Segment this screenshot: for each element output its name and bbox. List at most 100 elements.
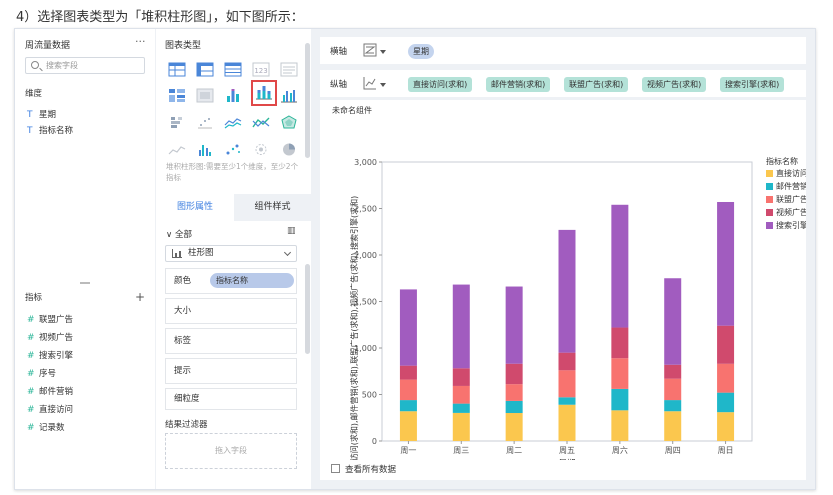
number-type-icon: #: [27, 315, 35, 325]
chart-type-scrollbar[interactable]: [305, 43, 310, 158]
legend-title: 指标名称: [766, 156, 798, 166]
chart-widget: 未命名组件 0 500 1,000 1,500 2,000 2,500 3,000 周一 周三周…: [320, 100, 806, 480]
metric-field[interactable]: # 邮件营销: [27, 385, 73, 397]
tab-graph-properties[interactable]: 图形属性: [156, 194, 234, 221]
heat-point-icon[interactable]: [252, 142, 270, 157]
text-type-icon: T: [27, 110, 33, 120]
dimension-field[interactable]: T 指标名称: [27, 124, 73, 136]
step-caption: 4）选择图表类型为「堆积柱形图」，如下图所示：: [16, 10, 304, 25]
scatter-chart-icon[interactable]: [196, 115, 214, 130]
dimension-field[interactable]: T 星期: [27, 108, 56, 120]
detail-table-icon[interactable]: [224, 62, 242, 77]
y-axis-field-pill[interactable]: 直接访问(求和): [408, 77, 473, 92]
y-axis-field-pill[interactable]: 邮件营销(求和): [486, 77, 551, 92]
all-series-toggle[interactable]: ∨ 全部: [166, 228, 192, 240]
y-axis-bar: 纵轴 直接访问(求和) 邮件营销(求和) 联盟广告(求和) 视频广告(求和) 搜…: [320, 70, 806, 97]
kpi-number-icon[interactable]: 123: [252, 62, 270, 77]
filter-drop-zone[interactable]: 拖入字段: [165, 433, 297, 469]
stacked-column-chart: 05001,0001,5002,0002,5003,000周一 周三 周二 周五 周六周…: [349, 156, 806, 460]
cross-table-icon[interactable]: [196, 62, 214, 77]
dimension-field-name: 星期: [39, 110, 57, 120]
panel-resize-handle[interactable]: [80, 282, 90, 284]
app-window: 周流量数据 ··· 搜索字段 维度 T 星期 T 指标名称 指标 + # 联盟广告 #…: [14, 28, 816, 490]
y-axis-field-pill[interactable]: 搜索引擎(求和): [720, 77, 785, 92]
grouped-table-icon[interactable]: [168, 88, 186, 103]
bar-segment: [505, 363, 523, 385]
metric-field[interactable]: # 搜索引擎: [27, 349, 73, 361]
label-property-label: 标签: [174, 336, 192, 346]
grouped-bar-icon[interactable]: [196, 142, 214, 157]
metric-field[interactable]: # 视频广告: [27, 331, 73, 343]
bar-segment: [717, 201, 735, 326]
y-axis-field-pill[interactable]: 联盟广告(求和): [564, 77, 629, 92]
x-tick-label: 周三: [453, 446, 469, 455]
trend-line-icon[interactable]: [168, 142, 186, 157]
chart-settings-icon[interactable]: ▥: [287, 226, 296, 236]
multi-column-chart-icon[interactable]: [280, 88, 298, 103]
show-all-data-toggle[interactable]: 查看所有数据: [331, 463, 396, 475]
legend-item-label: 视频广告: [776, 207, 806, 217]
metric-field[interactable]: # 直接访问: [27, 403, 73, 415]
show-all-checkbox[interactable]: [331, 464, 340, 473]
bar-segment: [558, 404, 576, 441]
granularity-property-label: 细粒度: [174, 394, 200, 404]
x-tick-label: 周一: [400, 446, 416, 455]
legend-item-label: 直接访问: [776, 168, 806, 178]
color-field-pill[interactable]: 指标名称: [210, 273, 294, 288]
more-icon[interactable]: ···: [135, 35, 146, 48]
y-axis-title: 直接访问(求和),邮件营销(求和),联盟广告(求和),视频广告(求和),搜索引擎…: [349, 196, 359, 460]
bar-segment: [505, 384, 523, 401]
size-property-label: 大小: [174, 306, 192, 316]
bar-segment: [664, 364, 682, 379]
sort-icon[interactable]: [363, 43, 377, 57]
bar-segment: [717, 392, 735, 413]
metric-field-name: 记录数: [39, 423, 65, 433]
field-search-input[interactable]: 搜索字段: [25, 57, 145, 74]
text-widget-icon[interactable]: [280, 62, 298, 77]
metric-field[interactable]: # 联盟广告: [27, 313, 73, 325]
x-tick-label: 周四: [665, 446, 681, 455]
caret-down-icon[interactable]: [380, 50, 386, 54]
color-property[interactable]: 颜色 指标名称: [165, 268, 297, 294]
line-chart-icon[interactable]: [363, 76, 377, 90]
y-axis-label: 纵轴: [330, 80, 348, 90]
chart-type-hint: 堆积柱形图:需要至少1个维度，至少2个指标: [166, 162, 299, 182]
bar-segment: [505, 286, 523, 364]
metric-field[interactable]: # 序号: [27, 367, 56, 379]
granularity-property[interactable]: 细粒度: [165, 388, 297, 410]
chevron-down-icon: [283, 248, 292, 257]
bar-segment: [452, 412, 470, 441]
radar-chart-icon[interactable]: [280, 115, 298, 130]
metric-field[interactable]: # 记录数: [27, 421, 65, 433]
dataset-title: 周流量数据: [25, 41, 71, 51]
x-axis-field-pill[interactable]: 星期: [408, 44, 434, 59]
properties-scrollbar[interactable]: [305, 264, 310, 354]
image-widget-icon[interactable]: [196, 88, 214, 103]
metric-field-name: 直接访问: [39, 405, 74, 415]
area-line-chart-icon[interactable]: [252, 115, 270, 130]
tooltip-property[interactable]: 提示: [165, 358, 297, 384]
label-property[interactable]: 标签: [165, 328, 297, 354]
x-tick-label: 周六: [612, 445, 628, 455]
table-icon[interactable]: [168, 62, 186, 77]
caret-down-icon[interactable]: [380, 83, 386, 87]
add-metric-icon[interactable]: +: [135, 290, 145, 304]
pie-chart-icon[interactable]: [280, 142, 298, 157]
number-type-icon: #: [27, 423, 35, 433]
data-panel: 周流量数据 ··· 搜索字段 维度 T 星期 T 指标名称 指标 + # 联盟广告 #…: [15, 29, 155, 489]
bar-segment: [717, 363, 735, 393]
tab-component-style[interactable]: 组件样式: [234, 194, 311, 221]
size-property[interactable]: 大小: [165, 298, 297, 324]
bar-segment: [452, 368, 470, 386]
combo-chart-icon[interactable]: [224, 88, 242, 103]
line-chart-icon[interactable]: [224, 115, 242, 130]
number-type-icon: #: [27, 333, 35, 343]
y-axis-field-pill[interactable]: 视频广告(求和): [642, 77, 707, 92]
chart-type-select[interactable]: 柱形图: [165, 245, 297, 262]
bubble-chart-icon[interactable]: [224, 142, 242, 157]
bar-segment: [611, 327, 629, 359]
color-property-label: 颜色: [174, 276, 192, 286]
number-type-icon: #: [27, 405, 35, 415]
bar-chart-icon[interactable]: [168, 115, 186, 130]
bar-segment: [611, 204, 629, 328]
